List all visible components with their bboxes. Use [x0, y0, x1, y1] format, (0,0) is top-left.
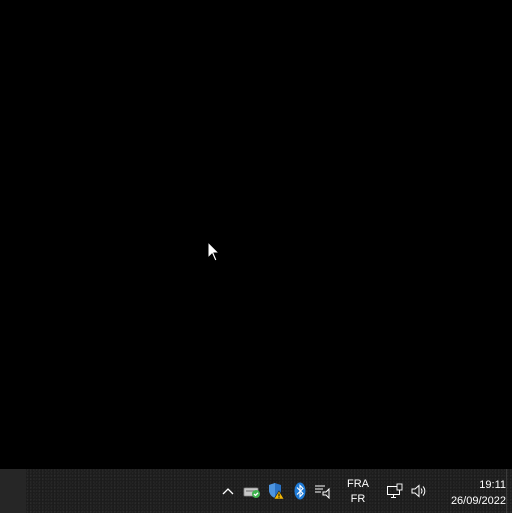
volume-icon[interactable]: [410, 482, 428, 500]
system-clock[interactable]: 19:11 26/09/2022: [451, 477, 506, 509]
clock-time: 19:11: [479, 479, 506, 491]
input-language-indicator[interactable]: FRA FR: [344, 477, 372, 507]
taskbar: FRA FR 19:11 26/09/2022: [0, 469, 512, 513]
storage-check-icon[interactable]: [243, 482, 261, 500]
network-icon[interactable]: [386, 482, 404, 500]
windows-security-warning-icon[interactable]: [267, 482, 285, 500]
bluetooth-icon[interactable]: [291, 482, 309, 500]
clock-date: 26/09/2022: [450, 495, 506, 507]
keyboard-layout-code: FR: [350, 493, 366, 505]
show-desktop-button[interactable]: [506, 469, 512, 513]
chevron-up-icon[interactable]: [219, 482, 237, 500]
language-code: FRA: [347, 478, 369, 490]
desktop[interactable]: [0, 0, 512, 469]
action-center-icon[interactable]: [314, 482, 332, 500]
start-area[interactable]: [0, 469, 26, 513]
mouse-pointer-icon: [207, 241, 221, 262]
